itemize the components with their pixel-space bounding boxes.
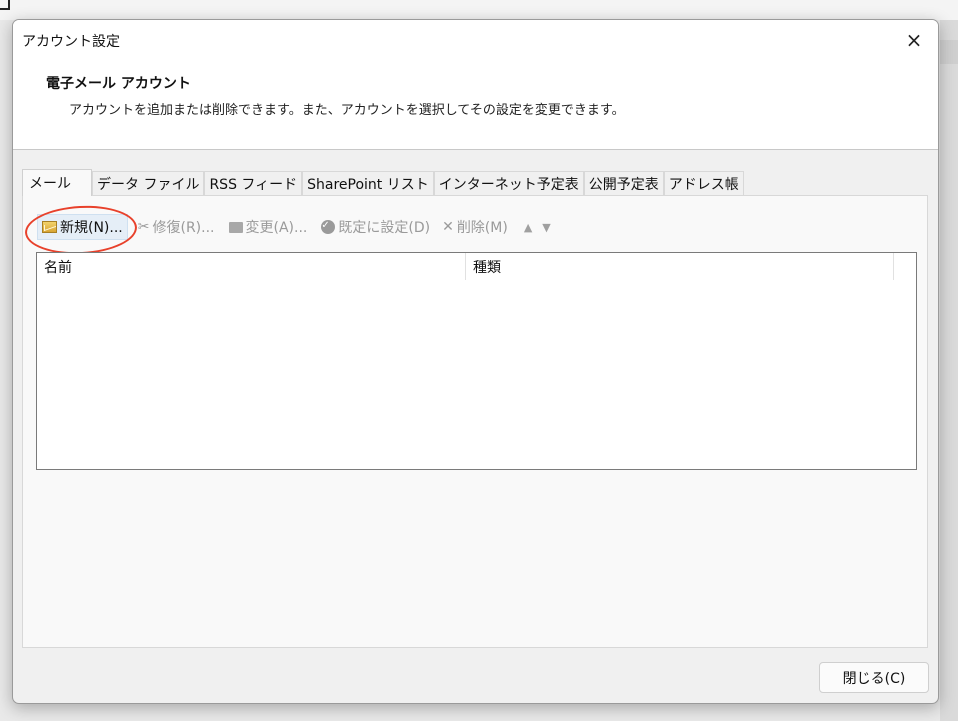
tab-mail[interactable]: メール — [22, 169, 92, 196]
tab-address-books[interactable]: アドレス帳 — [663, 171, 744, 195]
set-default-button[interactable]: ✓ 既定に設定(D) — [317, 214, 434, 240]
account-toolbar: 新規(N)... ✂ 修復(R)... 変更(A)... ✓ 既定に設定(D) … — [23, 203, 551, 257]
header-panel: 電子メール アカウント アカウントを追加または削除できます。また、アカウントを選… — [13, 60, 938, 150]
section-title: 電子メール アカウント — [46, 76, 191, 92]
close-button[interactable]: 閉じる(C) — [819, 662, 929, 693]
background-window-side — [940, 20, 958, 721]
mail-tab-panel: 新規(N)... ✂ 修復(R)... 変更(A)... ✓ 既定に設定(D) … — [22, 195, 928, 648]
change-label: 変更(A)... — [245, 220, 308, 236]
background-window-strip — [940, 40, 958, 64]
background-window-edge — [0, 0, 10, 10]
close-icon[interactable]: × — [898, 24, 930, 56]
background-window-titlebar — [0, 0, 958, 20]
dialog-titlebar: アカウント設定 × — [13, 20, 938, 60]
new-account-label: 新規(N)... — [60, 220, 123, 236]
repair-button[interactable]: ✂ 修復(R)... — [134, 214, 219, 240]
set-default-label: 既定に設定(D) — [338, 220, 431, 236]
checkmark-circle-icon: ✓ — [321, 220, 336, 234]
new-account-button[interactable]: 新規(N)... — [23, 203, 139, 257]
arrow-down-icon[interactable]: ▼ — [542, 221, 550, 234]
arrow-up-icon[interactable]: ▲ — [524, 221, 532, 234]
tab-data-files[interactable]: データ ファイル — [92, 171, 205, 195]
section-description: アカウントを追加または削除できます。また、アカウントを選択してその設定を変更でき… — [69, 103, 625, 118]
change-button[interactable]: 変更(A)... — [225, 214, 312, 240]
account-settings-dialog: アカウント設定 × 電子メール アカウント アカウントを追加または削除できます。… — [12, 19, 939, 704]
delete-label: 削除(M) — [456, 220, 508, 236]
column-header-name[interactable]: 名前 — [37, 253, 466, 280]
repair-label: 修復(R)... — [152, 220, 215, 236]
delete-x-icon: ✕ — [442, 219, 454, 235]
change-icon — [228, 221, 243, 233]
repair-tools-icon: ✂ — [137, 219, 150, 235]
tab-strip: メール データ ファイル RSS フィード SharePoint リスト インタ… — [22, 169, 744, 196]
column-header-type[interactable]: 種類 — [466, 253, 894, 280]
list-header: 名前 種類 — [37, 253, 916, 280]
new-account-envelope-icon — [42, 221, 57, 233]
delete-button[interactable]: ✕ 削除(M) — [438, 214, 512, 240]
tab-sharepoint-lists[interactable]: SharePoint リスト — [302, 171, 434, 195]
tab-internet-calendars[interactable]: インターネット予定表 — [433, 171, 584, 195]
account-list[interactable]: 名前 種類 — [36, 252, 917, 470]
tab-published-calendars[interactable]: 公開予定表 — [583, 171, 664, 195]
tab-rss-feeds[interactable]: RSS フィード — [204, 171, 303, 195]
dialog-title: アカウント設定 — [22, 34, 120, 50]
